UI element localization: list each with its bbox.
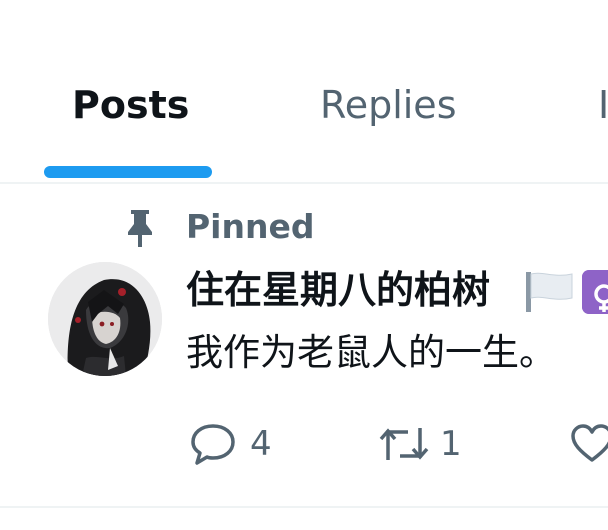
tabs-divider <box>0 182 608 184</box>
heart-icon <box>571 424 608 462</box>
avatar-image <box>48 262 162 376</box>
profile-posts-view: Posts Replies I Pinned 住在星期八的柏树 我作为老鼠人的一… <box>0 0 608 530</box>
tab-next-partial[interactable]: I <box>598 82 608 128</box>
repost-button[interactable]: 1 <box>378 420 478 468</box>
speech-bubble-icon <box>191 424 235 465</box>
gender-symbol-badge-icon <box>582 270 608 314</box>
pinned-label: Pinned <box>186 207 315 246</box>
reply-count: 4 <box>250 424 272 464</box>
reply-button[interactable]: 4 <box>190 420 290 468</box>
profile-tabs: Posts Replies I <box>0 0 608 184</box>
display-name[interactable]: 住在星期八的柏树 <box>186 266 490 314</box>
like-button[interactable] <box>570 420 608 468</box>
active-tab-indicator <box>44 166 212 178</box>
post-divider <box>0 506 608 508</box>
white-flag-icon <box>526 272 573 312</box>
repost-count: 1 <box>440 424 462 464</box>
avatar[interactable] <box>48 262 162 376</box>
tab-posts[interactable]: Posts <box>72 82 189 128</box>
pin-icon <box>128 210 152 247</box>
tab-replies[interactable]: Replies <box>320 82 457 128</box>
post-text: 我作为老鼠人的一生。 <box>186 331 556 374</box>
repost-arrows-icon <box>379 428 429 460</box>
